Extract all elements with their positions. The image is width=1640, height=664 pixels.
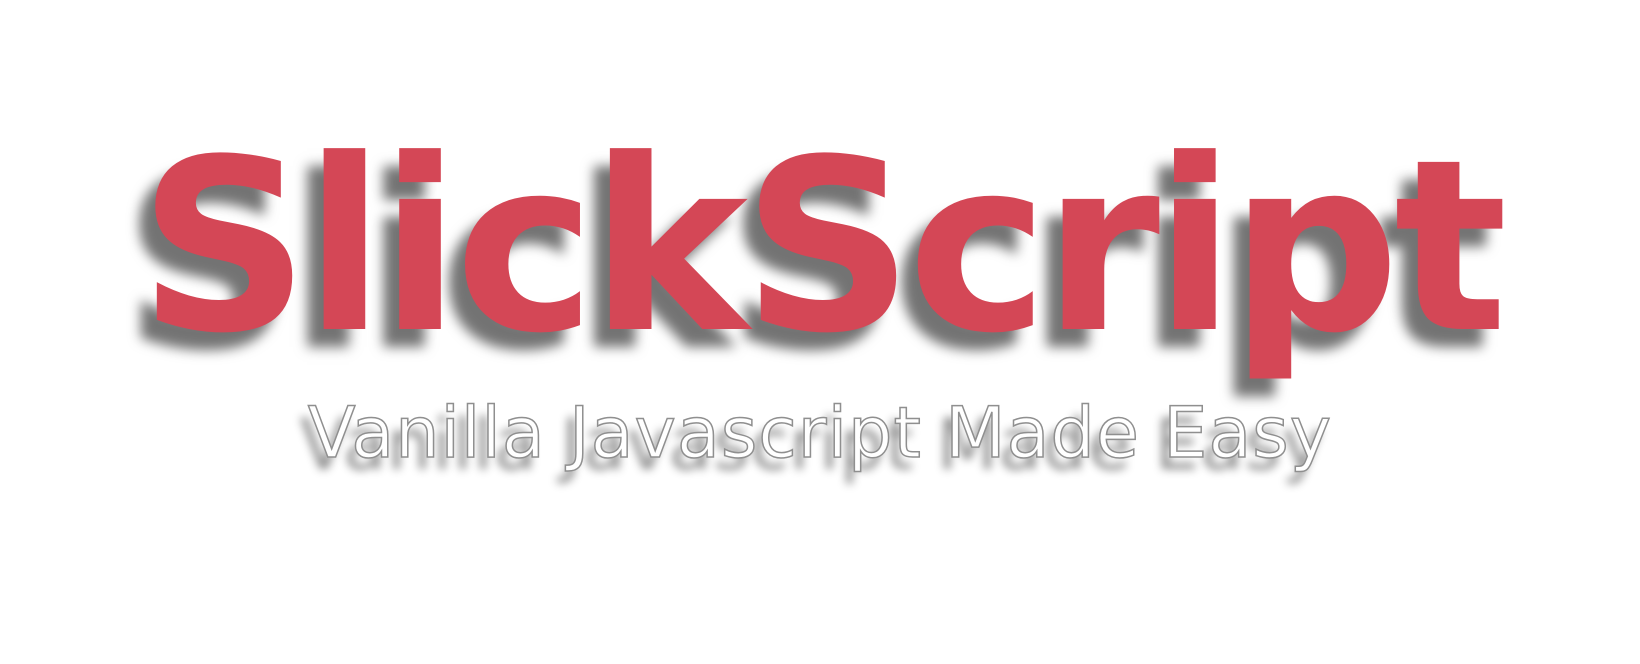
logo-canvas: SlickScript Vanilla Javascript Made Easy (0, 0, 1640, 664)
brand-tagline: Vanilla Javascript Made Easy (307, 391, 1333, 475)
brand-title: SlickScript (138, 109, 1508, 386)
